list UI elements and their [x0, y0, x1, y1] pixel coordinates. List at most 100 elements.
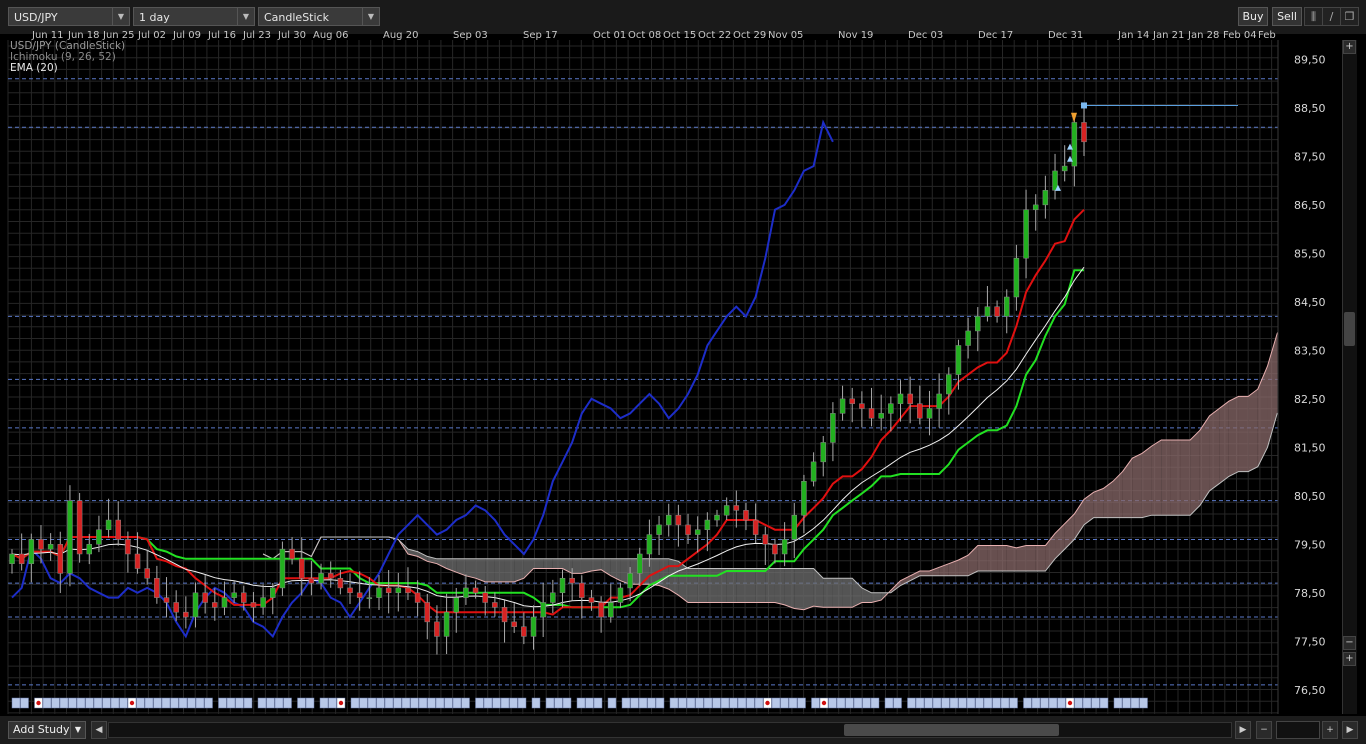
y-tick-label: 89,50 — [1294, 53, 1326, 66]
candle-down — [482, 592, 488, 603]
x-tick-label: Oct 29 — [733, 30, 766, 41]
event-flag-icon — [1130, 697, 1140, 709]
event-flag-icon — [461, 697, 470, 709]
candle-up — [1023, 209, 1029, 259]
cloud-segment — [572, 558, 582, 574]
event-flag-icon — [686, 697, 696, 709]
candle-down — [675, 514, 682, 526]
event-flag-icon — [93, 697, 103, 709]
price-axis-bg — [1278, 40, 1342, 716]
add-study-button[interactable]: Add Study ▼ — [8, 721, 86, 739]
cloud-segment — [803, 568, 814, 610]
y-tick-label: 78,50 — [1294, 587, 1326, 600]
event-flag-icon — [845, 697, 854, 709]
cloud-segment — [688, 568, 698, 603]
candle-down — [183, 611, 189, 618]
japan-flag-icon — [129, 700, 135, 706]
candle-down — [743, 510, 749, 521]
price-chart[interactable]: Jun 11 Jun 18 Jun 25 Jul 02 Jul 09 Jul 16 Jul … — [0, 0, 1366, 716]
candle-up — [1061, 165, 1068, 172]
candle-down — [501, 607, 508, 623]
event-flag-icon — [51, 697, 60, 709]
event-flag-icon — [531, 697, 541, 709]
bottom-bar: Add Study ▼ ◀ ▶ − + ▶ — [0, 716, 1366, 744]
event-flag-icon — [102, 697, 111, 709]
cloud-segment — [736, 568, 746, 603]
event-flag-icon — [178, 697, 188, 709]
zoom-in-icon[interactable]: + — [1343, 652, 1356, 666]
x-tick-label: Nov 19 — [838, 30, 873, 41]
cloud-segment — [765, 568, 775, 603]
cloud-segment — [465, 558, 476, 579]
event-flag-icon — [585, 697, 594, 709]
event-flag-icon — [170, 697, 179, 709]
event-flag-icon — [475, 697, 484, 709]
candle-up — [47, 544, 54, 550]
candle-down — [511, 621, 517, 627]
chevron-down-icon[interactable]: ▼ — [70, 722, 85, 738]
candle-down — [38, 539, 44, 550]
y-tick-label: 81,50 — [1294, 441, 1326, 454]
candle-down — [202, 592, 208, 603]
event-flag-icon — [853, 697, 863, 709]
candle-down — [57, 544, 64, 574]
event-flag-icon — [359, 697, 368, 709]
zoom-out-button[interactable]: − — [1256, 721, 1272, 739]
candle-up — [1013, 257, 1020, 298]
japan-flag-icon — [765, 700, 770, 706]
event-flag-icon — [975, 697, 984, 709]
zoom-slider[interactable] — [1276, 721, 1320, 739]
candle-up — [820, 442, 826, 463]
legend-ema: EMA (20) — [10, 62, 58, 74]
candle-down — [347, 587, 353, 594]
candle-up — [1071, 122, 1078, 167]
event-flag-icon — [226, 697, 236, 709]
zoom-out-icon[interactable]: − — [1343, 636, 1356, 650]
x-tick-label: Feb 04 — [1223, 30, 1257, 41]
zoom-in-button[interactable]: + — [1322, 721, 1338, 739]
scroll-left-icon[interactable]: ◀ — [91, 721, 107, 739]
event-flag-icon — [257, 697, 267, 709]
fit-button[interactable]: ▶ — [1342, 721, 1358, 739]
horizontal-scroll-thumb[interactable] — [844, 724, 1059, 736]
candle-down — [154, 577, 160, 598]
candle-down — [385, 587, 392, 594]
cloud-segment — [1006, 545, 1017, 571]
cloud-segment — [591, 558, 602, 571]
cloud-segment — [533, 558, 544, 569]
event-flags-strip — [11, 697, 1148, 709]
candle-up — [888, 403, 894, 414]
event-flag-icon — [1057, 697, 1066, 709]
event-flag-icon — [1000, 697, 1010, 709]
x-tick-label: Jan 21 — [1152, 30, 1184, 41]
candle-up — [897, 393, 904, 404]
cloud-segment — [1093, 488, 1104, 518]
cloud-segment — [707, 568, 718, 603]
event-flag-icon — [483, 697, 493, 709]
event-flag-icon — [418, 697, 428, 709]
candle-down — [859, 403, 865, 409]
horizontal-scrollbar[interactable] — [108, 722, 1232, 738]
event-flag-icon — [153, 697, 162, 709]
plot-area — [8, 40, 1278, 714]
cloud-segment — [1132, 453, 1142, 518]
event-flag-icon — [703, 697, 713, 709]
vertical-scroll-thumb[interactable] — [1344, 312, 1355, 346]
candle-down — [588, 597, 595, 603]
candle-up — [646, 534, 653, 555]
candle-down — [762, 534, 769, 545]
candle-up — [453, 597, 460, 613]
cloud-segment — [755, 568, 766, 603]
event-flag-icon — [949, 697, 959, 709]
scroll-up-icon[interactable]: + — [1343, 40, 1356, 54]
candle-up — [443, 611, 450, 637]
vertical-scrollbar[interactable]: + − + — [1342, 40, 1357, 714]
x-tick-label: Dec 17 — [978, 30, 1013, 41]
cloud-segment — [1190, 430, 1200, 516]
scroll-right-icon[interactable]: ▶ — [1235, 721, 1251, 739]
event-flag-icon — [983, 697, 993, 709]
event-flag-icon — [218, 697, 227, 709]
event-flag-icon — [509, 697, 518, 709]
event-flag-icon — [393, 697, 402, 709]
event-flag-icon — [811, 697, 820, 709]
